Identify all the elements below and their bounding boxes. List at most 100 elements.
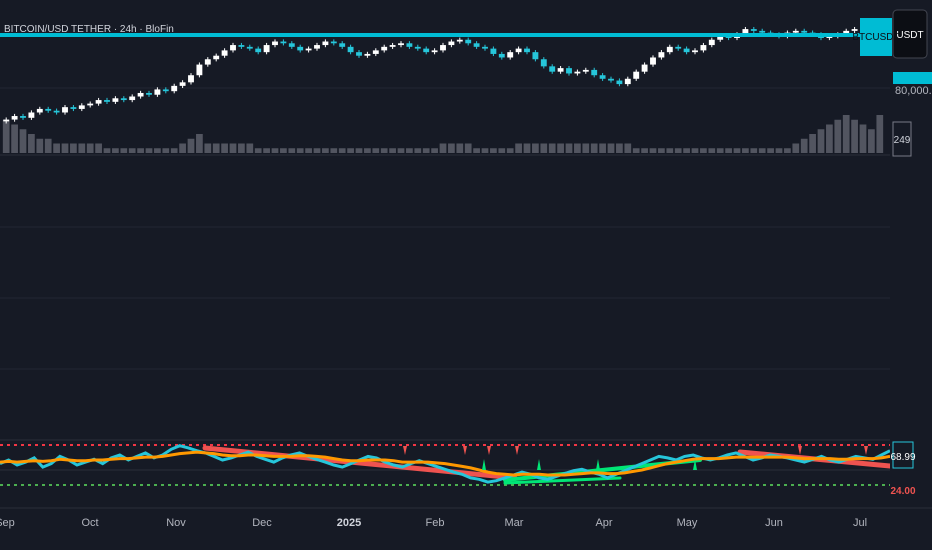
volume-bar bbox=[565, 143, 573, 153]
volume-bar bbox=[11, 124, 18, 153]
candle-body bbox=[608, 78, 614, 81]
candle-body bbox=[120, 98, 127, 101]
candle-body bbox=[255, 48, 262, 53]
candle-body bbox=[356, 52, 362, 56]
candle-body bbox=[339, 43, 346, 47]
candle-body bbox=[372, 50, 379, 54]
volume-bar bbox=[170, 148, 178, 153]
volume-bar bbox=[632, 148, 640, 153]
trading-chart[interactable]: BITCOIN/USD TETHER · 24h · BloFin USDT B… bbox=[0, 0, 932, 550]
candle-body bbox=[792, 30, 799, 33]
volume-bar bbox=[523, 143, 531, 153]
symbol-badge-label: BTCUSDT bbox=[852, 32, 899, 43]
volume-bar bbox=[246, 143, 254, 153]
candle-body bbox=[204, 59, 211, 65]
volume-bar bbox=[532, 143, 539, 153]
volume-bar bbox=[187, 138, 195, 153]
volume-bar bbox=[154, 148, 161, 153]
volume-bar bbox=[196, 134, 203, 153]
candle-body bbox=[11, 116, 18, 120]
volume-bar bbox=[842, 115, 850, 153]
candle-body bbox=[658, 52, 665, 58]
candle-body bbox=[137, 92, 144, 97]
candle-body bbox=[431, 50, 438, 53]
time-axis-label: Jun bbox=[765, 517, 783, 529]
candle-body bbox=[364, 53, 371, 56]
candle-body bbox=[179, 82, 186, 86]
candle-body bbox=[515, 48, 522, 53]
candle-body bbox=[95, 100, 102, 104]
candle-body bbox=[381, 46, 388, 51]
volume-bar bbox=[162, 148, 170, 153]
candle-body bbox=[456, 39, 463, 42]
price-axis-label: 80,000.00 bbox=[895, 85, 932, 97]
volume-bar bbox=[691, 148, 699, 153]
candle-body bbox=[28, 112, 35, 118]
volume-bar bbox=[607, 143, 615, 153]
volume-bar bbox=[557, 143, 564, 153]
volume-bar bbox=[750, 148, 758, 153]
candle-body bbox=[557, 68, 564, 72]
candle-body bbox=[45, 108, 52, 111]
volume-bar bbox=[36, 138, 44, 153]
candle-body bbox=[423, 48, 430, 53]
volume-bar bbox=[733, 148, 741, 153]
candle-body bbox=[272, 41, 278, 46]
volume-bar bbox=[464, 143, 472, 153]
volume-bar bbox=[28, 134, 35, 153]
volume-bar bbox=[439, 143, 447, 153]
candle-body bbox=[507, 52, 514, 58]
volume-bar bbox=[145, 148, 153, 153]
volume-bar bbox=[859, 124, 867, 153]
volume-bar bbox=[674, 148, 682, 153]
candle-body bbox=[221, 50, 228, 56]
volume-bar bbox=[792, 143, 800, 153]
candle-body bbox=[129, 96, 136, 101]
candle-body bbox=[246, 46, 253, 49]
volume-bar bbox=[641, 148, 648, 153]
candle-body bbox=[490, 48, 497, 54]
volume-bar bbox=[868, 129, 875, 153]
volume-bar bbox=[456, 143, 464, 153]
volume-bar bbox=[851, 119, 858, 153]
oscillator-lower-label: 24.00 bbox=[890, 486, 915, 497]
candle-body bbox=[347, 46, 354, 53]
volume-bar bbox=[683, 148, 690, 153]
volume-bar bbox=[86, 143, 94, 153]
candle-body bbox=[582, 69, 589, 72]
volume-bar bbox=[397, 148, 405, 153]
volume-bar bbox=[649, 148, 657, 153]
candle-body bbox=[482, 46, 488, 49]
time-axis-label: Mar bbox=[505, 517, 524, 529]
volume-bar bbox=[338, 148, 346, 153]
candle-body bbox=[540, 59, 547, 67]
volume-bar bbox=[548, 143, 556, 153]
candle-body bbox=[104, 100, 110, 102]
candle-body bbox=[574, 71, 581, 74]
volume-bar bbox=[44, 138, 52, 153]
volume-bar bbox=[582, 143, 590, 153]
candle-body bbox=[473, 43, 480, 47]
time-axis-label: Nov bbox=[166, 517, 186, 529]
volume-bar bbox=[742, 148, 749, 153]
candle-body bbox=[700, 45, 707, 51]
time-axis-label: Oct bbox=[81, 517, 98, 529]
volume-bar bbox=[288, 148, 296, 153]
volume-bar bbox=[490, 148, 497, 153]
volume-bar bbox=[19, 129, 27, 153]
volume-bar bbox=[448, 143, 455, 153]
volume-bar bbox=[103, 148, 111, 153]
volume-bar bbox=[775, 148, 783, 153]
volume-bar bbox=[834, 119, 842, 153]
volume-bar bbox=[716, 148, 724, 153]
volume-bar bbox=[616, 143, 623, 153]
time-axis-label: May bbox=[677, 517, 698, 529]
volume-bar bbox=[784, 148, 791, 153]
volume-bar bbox=[221, 143, 228, 153]
volume-bar bbox=[506, 148, 514, 153]
currency-button-label: USDT bbox=[896, 30, 923, 41]
candle-body bbox=[448, 41, 455, 46]
candle-body bbox=[532, 52, 539, 60]
candle-body bbox=[566, 68, 572, 74]
volume-bar bbox=[767, 148, 774, 153]
